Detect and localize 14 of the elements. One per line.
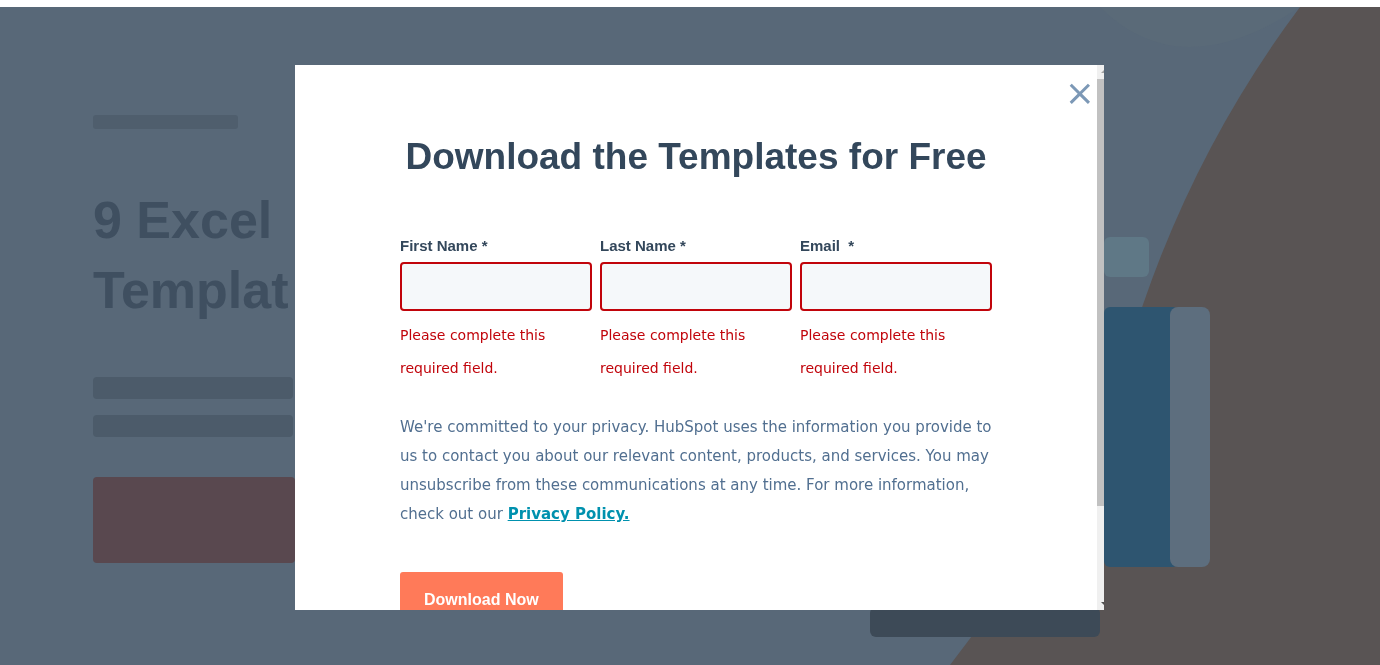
close-button[interactable]: × xyxy=(1062,75,1097,111)
input-field[interactable] xyxy=(400,262,592,311)
input-field[interactable] xyxy=(600,262,792,311)
modal-title: Download the Templates for Free xyxy=(404,135,988,179)
error-message: Please complete this required field. xyxy=(400,326,547,378)
field-label: Email * xyxy=(800,237,856,255)
error-message: Please complete this required field. xyxy=(800,326,947,378)
field-label: Last Name * xyxy=(600,237,687,255)
input-field[interactable] xyxy=(800,262,992,311)
download-button[interactable]: Download Now xyxy=(400,572,563,610)
privacy-text: We're committed to your privacy. HubSpot uses the information you provide to us to contact you about our relevant content, products, and services. You may unsubscribe from these communications at any time. For more information, check out our Privacy Policy. xyxy=(400,417,992,525)
error-message: Please complete this required field. xyxy=(600,326,747,378)
field-label: First Name * xyxy=(400,237,489,255)
privacy-policy-link[interactable]: Privacy Policy. xyxy=(507,505,630,523)
